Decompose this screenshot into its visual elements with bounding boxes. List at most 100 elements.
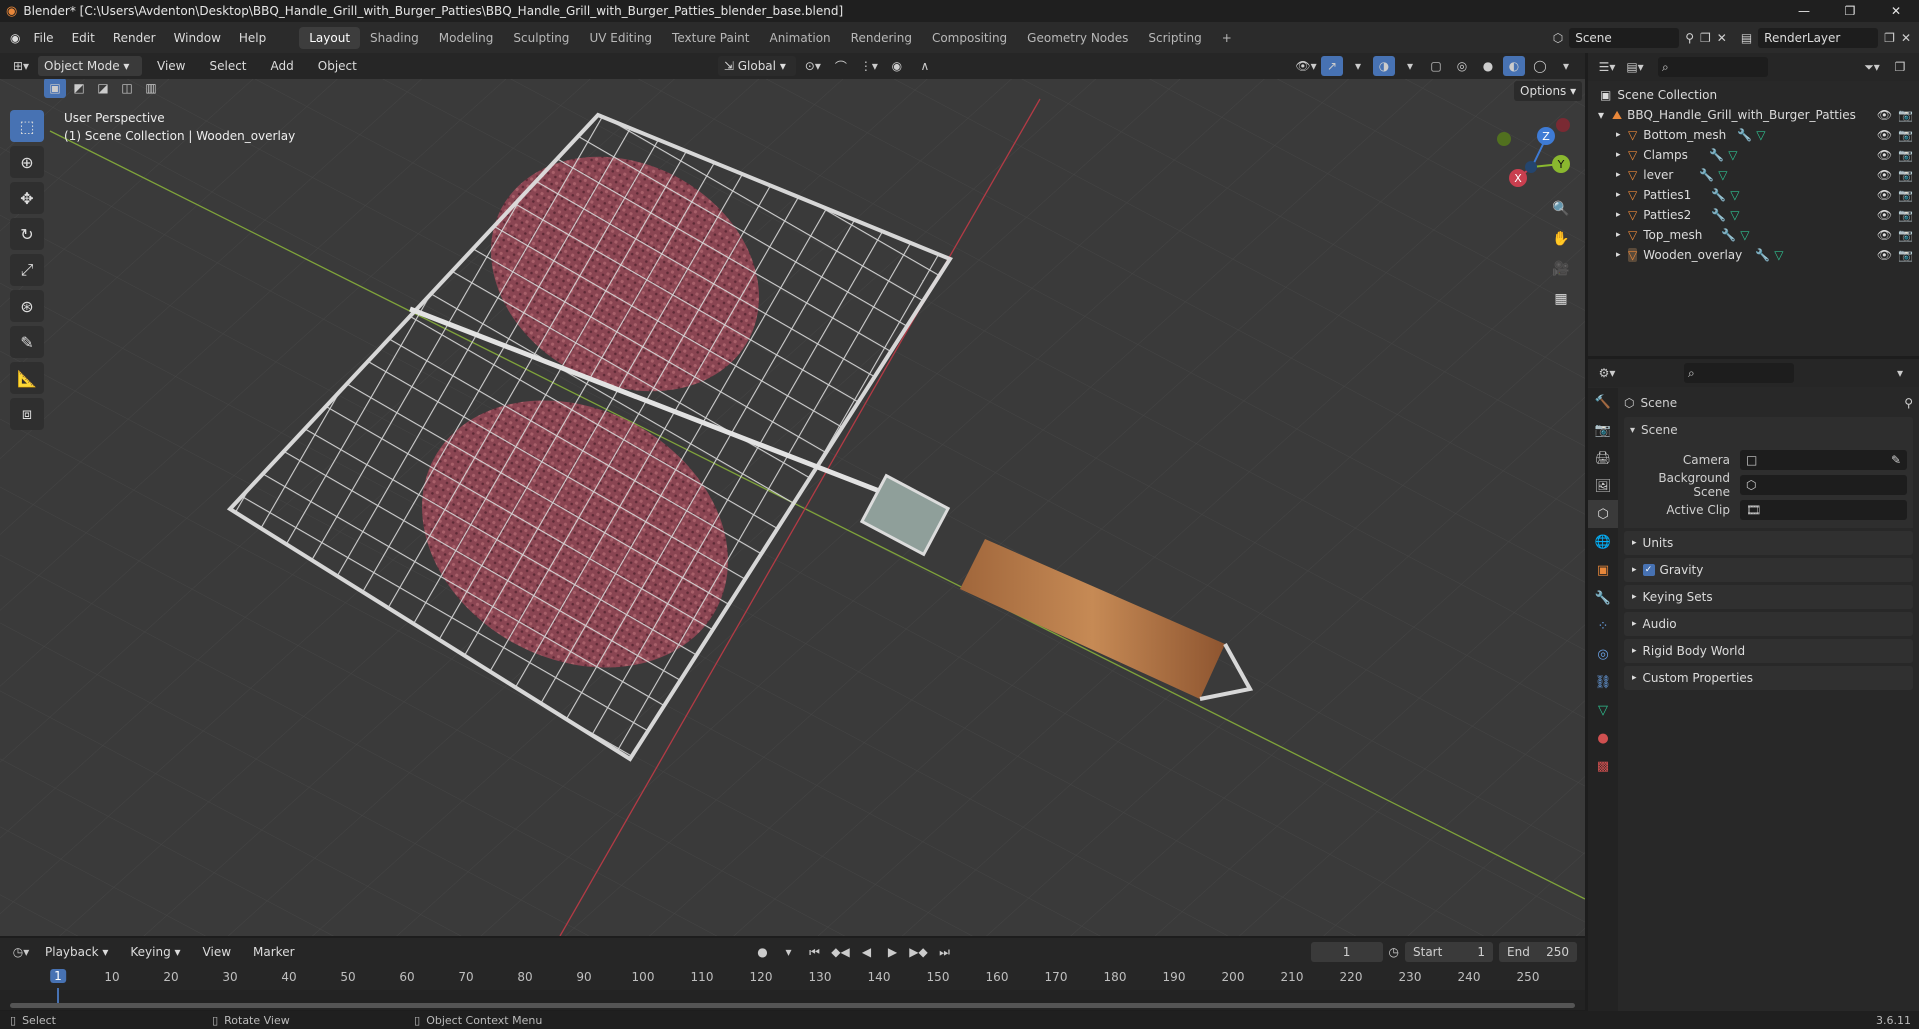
pin-icon[interactable]: ⚲	[1904, 396, 1913, 410]
background-scene-field[interactable]: ⬡	[1740, 474, 1907, 495]
gravity-checkbox[interactable]: ✓	[1642, 564, 1655, 576]
outliner-collection[interactable]: ▾ ⛰ BBQ_Handle_Grill_with_Burger_Patties…	[1594, 105, 1913, 125]
tool-tab-icon[interactable]: 🔨	[1588, 388, 1618, 416]
visibility-icon[interactable]: 👁▾	[1295, 56, 1317, 76]
expand-right-icon[interactable]: ▸	[1616, 210, 1628, 220]
expand-right-icon[interactable]: ▸	[1616, 250, 1628, 260]
maximize-icon[interactable]: ❐	[1827, 4, 1873, 18]
editor-type-icon[interactable]: ⊞▾	[10, 56, 32, 76]
physics-tab-icon[interactable]: ◎	[1588, 640, 1618, 668]
timeline-menu-playback[interactable]: Playback ▾	[36, 941, 117, 963]
start-frame-field[interactable]: Start 1	[1405, 942, 1493, 962]
render-camera-icon[interactable]: 📷	[1898, 168, 1913, 182]
gizmo-toggle-icon[interactable]: ↗	[1321, 56, 1343, 76]
outliner-item-wooden-overlay[interactable]: ▸ ▽ Wooden_overlay 🔧 ▽ 👁 📷	[1594, 245, 1913, 265]
scene-tab-icon[interactable]: ⬡	[1588, 500, 1618, 528]
tab-uv-editing[interactable]: UV Editing	[579, 27, 662, 49]
viewport-menu-object[interactable]: Object	[309, 55, 366, 77]
delete-scene-icon[interactable]: ✕	[1717, 31, 1727, 45]
eyedropper-icon[interactable]: ✎	[1891, 453, 1907, 467]
select-subtract-icon[interactable]: ◪	[92, 79, 114, 98]
panel-audio[interactable]: ▸ Audio	[1624, 612, 1913, 636]
wireframe-shading-icon[interactable]: ◎	[1451, 56, 1473, 76]
tab-animation[interactable]: Animation	[759, 27, 840, 49]
rendered-shading-icon[interactable]: ◯	[1529, 56, 1551, 76]
modifier-wrench-icon[interactable]: 🔧	[1711, 208, 1726, 222]
mesh-data-icon[interactable]: ▽	[1728, 148, 1737, 162]
transform-orientation-dropdown[interactable]: ⇲ Global ▾	[717, 56, 796, 76]
pivot-icon[interactable]: ⊙▾	[802, 56, 824, 76]
timeline[interactable]: 1 10 20 30 40 50 60 70 80 90 100 110 120…	[0, 966, 1585, 1010]
object-tab-icon[interactable]: ▣	[1588, 556, 1618, 584]
falloff-icon[interactable]: ∧	[914, 56, 936, 76]
mesh-data-icon[interactable]: ▽	[1730, 208, 1739, 222]
select-new-icon[interactable]: ▣	[44, 79, 66, 98]
render-tab-icon[interactable]: 📷	[1588, 416, 1618, 444]
data-tab-icon[interactable]: ▽	[1588, 696, 1618, 724]
play-icon[interactable]: ▶	[882, 942, 904, 962]
menu-help[interactable]: Help	[230, 27, 275, 49]
cursor-tool-icon[interactable]: ⊕	[10, 146, 44, 178]
menu-render[interactable]: Render	[104, 27, 165, 49]
outliner-editor-type-icon[interactable]: ☰▾	[1596, 57, 1618, 77]
view-layer-icon[interactable]: ▤	[1741, 31, 1752, 45]
timeline-editor-type-icon[interactable]: ◷▾	[10, 942, 32, 962]
panel-gravity[interactable]: ▸ ✓ Gravity	[1624, 558, 1913, 582]
outliner-item-patties1[interactable]: ▸ ▽ Patties1 🔧 ▽ 👁 📷	[1594, 185, 1913, 205]
select-box-tool-icon[interactable]: ⬚	[10, 110, 44, 142]
panel-rigid-body-world[interactable]: ▸ Rigid Body World	[1624, 639, 1913, 663]
select-intersect-icon[interactable]: ▥	[140, 79, 162, 98]
render-camera-icon[interactable]: 📷	[1898, 188, 1913, 202]
expand-right-icon[interactable]: ▸	[1616, 170, 1628, 180]
menu-file[interactable]: File	[24, 27, 62, 49]
shading-dropdown-icon[interactable]: ▾	[1555, 56, 1577, 76]
material-shading-icon[interactable]: ◐	[1503, 56, 1525, 76]
expand-right-icon[interactable]: ▸	[1616, 130, 1628, 140]
modifier-wrench-icon[interactable]: 🔧	[1737, 128, 1752, 142]
output-tab-icon[interactable]: 🖨	[1588, 444, 1618, 472]
scene-section-header[interactable]: ▾ Scene	[1624, 417, 1913, 443]
minimize-icon[interactable]: —	[1781, 4, 1827, 18]
delete-view-layer-icon[interactable]: ✕	[1901, 31, 1911, 45]
outliner-search-input[interactable]: ⌕	[1658, 57, 1768, 77]
render-camera-icon[interactable]: 📷	[1898, 208, 1913, 222]
outliner-item-top-mesh[interactable]: ▸ ▽ Top_mesh 🔧 ▽ 👁 📷	[1594, 225, 1913, 245]
overlay-toggle-icon[interactable]: ◑	[1373, 56, 1395, 76]
filter-icon[interactable]: ⏷▾	[1861, 57, 1883, 77]
annotate-tool-icon[interactable]: ✎	[10, 326, 44, 358]
camera-view-icon[interactable]: 🎥	[1548, 256, 1574, 282]
mesh-data-icon[interactable]: ▽	[1730, 188, 1739, 202]
tab-sculpting[interactable]: Sculpting	[503, 27, 579, 49]
render-camera-icon[interactable]: 📷	[1898, 148, 1913, 162]
texture-tab-icon[interactable]: ▩	[1588, 752, 1618, 780]
particles-tab-icon[interactable]: ⁘	[1588, 612, 1618, 640]
gizmo-dropdown-icon[interactable]: ▾	[1347, 56, 1369, 76]
render-camera-icon[interactable]: 📷	[1898, 128, 1913, 142]
active-clip-field[interactable]: 🎞	[1740, 499, 1907, 520]
outliner-item-lever[interactable]: ▸ ▽ lever 🔧 ▽ 👁 📷	[1594, 165, 1913, 185]
object-mode-dropdown[interactable]: Object Mode ▾	[38, 56, 142, 76]
tab-shading[interactable]: Shading	[360, 27, 429, 49]
render-camera-icon[interactable]: 📷	[1898, 228, 1913, 242]
3d-viewport[interactable]: Z Y X User Perspective (1) Scene Collect…	[0, 79, 1585, 936]
visibility-eye-icon[interactable]: 👁	[1877, 148, 1892, 162]
rotate-tool-icon[interactable]: ↻	[10, 218, 44, 250]
new-view-layer-icon[interactable]: ❐	[1884, 31, 1895, 45]
jump-start-icon[interactable]: ⏮	[804, 942, 826, 962]
scale-tool-icon[interactable]: ⤢	[10, 254, 44, 286]
add-cube-tool-icon[interactable]: ⧈	[10, 398, 44, 430]
zoom-icon[interactable]: 🔍	[1548, 196, 1574, 222]
mesh-data-icon[interactable]: ▽	[1774, 248, 1783, 262]
pin-icon[interactable]: ⚲	[1685, 31, 1694, 45]
visibility-eye-icon[interactable]: 👁	[1877, 248, 1892, 262]
camera-field[interactable]: □ ✎	[1740, 449, 1907, 470]
blender-menu-icon[interactable]: ◉	[10, 31, 20, 45]
visibility-eye-icon[interactable]: 👁	[1877, 188, 1892, 202]
tab-scripting[interactable]: Scripting	[1138, 27, 1211, 49]
panel-custom-properties[interactable]: ▸ Custom Properties	[1624, 666, 1913, 690]
mesh-data-icon[interactable]: ▽	[1756, 128, 1765, 142]
tab-modeling[interactable]: Modeling	[429, 27, 504, 49]
material-tab-icon[interactable]: ●	[1588, 724, 1618, 752]
measure-tool-icon[interactable]: 📐	[10, 362, 44, 394]
preview-range-icon[interactable]: ◷	[1389, 945, 1399, 959]
